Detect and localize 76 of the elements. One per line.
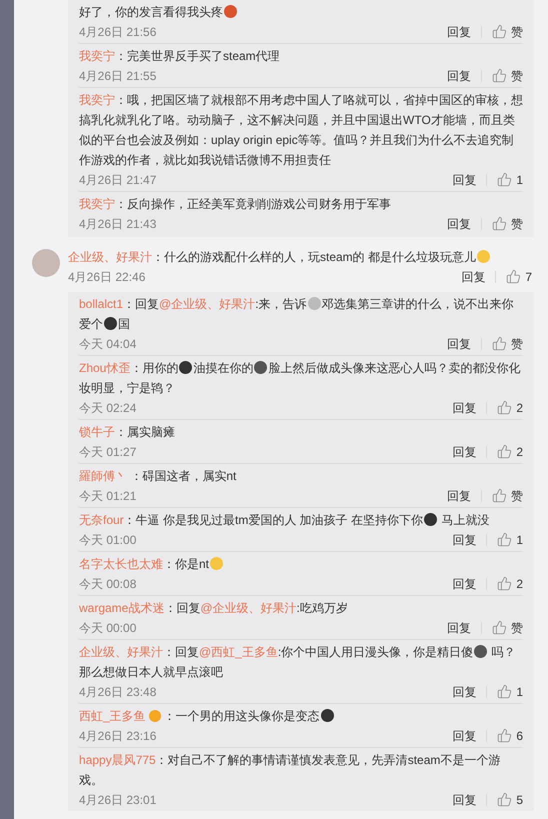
thumbs-up-icon [497, 400, 512, 415]
reply-link[interactable]: 回复 [452, 726, 476, 744]
thumbs-up-icon [497, 172, 512, 187]
like-button[interactable]: 赞 [492, 486, 523, 504]
thumbs-up-icon [492, 336, 507, 351]
comment-text: 锁牛子：属实脑瘫 [79, 424, 176, 441]
like-button[interactable]: 1 [497, 682, 523, 700]
comment-time: 4月26日 23:48 [79, 684, 156, 700]
comment-text: 我奕宁：完美世界反手买了steam代理 [79, 48, 281, 65]
like-button[interactable]: 6 [497, 726, 523, 744]
like-button[interactable]: 赞 [492, 214, 523, 232]
comment-time: 4月26日 21:47 [79, 172, 156, 188]
like-button[interactable]: 7 [506, 268, 532, 286]
comment-text: Zhou怵歪：用你的 油摸在你的 脸上然后做成头像来这恶心人吗？卖的都没你化妆明显，宁是鸨？ [79, 360, 522, 397]
reply-link[interactable]: 回复 [447, 22, 471, 40]
reply-link[interactable]: 回复 [447, 214, 471, 232]
thumbs-up-icon [492, 488, 507, 503]
comment-time: 4月26日 22:46 [68, 268, 146, 286]
comment-time: 今天 01:21 [79, 488, 136, 504]
thumbs-up-icon [492, 68, 507, 83]
like-button[interactable]: 2 [497, 442, 523, 460]
thumbs-up-icon [492, 216, 507, 231]
reply-link[interactable]: 回复 [452, 682, 476, 700]
comment-text: 名字太长也太难：你是nt [79, 554, 523, 574]
reply-link[interactable]: 回复 [452, 170, 476, 188]
like-button[interactable]: 赞 [492, 22, 523, 40]
comment-text: 企业级、好果汁：回复@西虹_王多鱼:你个中国人用日漫头像，你是精日傻 吗？那么想做日本人就早点滚吧 [79, 644, 517, 681]
reply-link[interactable]: 回复 [447, 486, 471, 504]
reply-link[interactable]: 回复 [447, 334, 471, 352]
comment-time: 4月26日 21:43 [79, 216, 156, 232]
comment-text: 我奕宁：哦，把国区墙了就根部不用考虑中国人了咯就可以，省掉中国区的审核，想搞乳化就乳化了咯。动动脑子，这不解决问题，并且中国退出WTO才能墙，而且类似的平台也会波及例如：uplay origin epic等等。值吗？并且我们为什么不去追究制作游戏的作者，就比如我说错话微博不用担责任 [79, 92, 523, 169]
comment-time: 今天 00:08 [79, 576, 136, 592]
comment-time: 今天 00:00 [79, 620, 136, 636]
comment-time: 4月26日 21:55 [79, 68, 156, 84]
thumbs-up-icon [497, 444, 512, 459]
comment-text: bollalct1：回复@企业级、好果汁:来，告诉 邓选集第三章讲的什么，说不出来你爱个 国 [79, 296, 515, 333]
like-button[interactable]: 2 [497, 574, 523, 592]
comment-text: 羅師傅丶 ：碍国这者，属实nt [79, 468, 238, 485]
reply-link[interactable]: 回复 [452, 398, 476, 416]
thumbs-up-icon [492, 24, 507, 39]
reply-link[interactable]: 回复 [447, 618, 471, 636]
thumbs-up-icon [497, 576, 512, 591]
like-button[interactable]: 赞 [492, 334, 523, 352]
thumbs-up-icon [497, 532, 512, 547]
thumbs-up-icon [497, 728, 512, 743]
like-button[interactable]: 2 [497, 398, 523, 416]
like-button[interactable]: 5 [497, 790, 523, 808]
comment-text: 好了，你的发言看得我头疼 [79, 2, 523, 22]
comment-text: 西虹_王多鱼 ：一个男的用这头像你是变态 [79, 706, 523, 726]
thumbs-up-icon [497, 684, 512, 699]
comment-time: 今天 02:24 [79, 400, 136, 416]
thumbs-up-icon [497, 792, 512, 807]
comment-text: 企业级、好果汁：什么的游戏配什么样的人，玩steam的 都是什么垃圾玩意儿 [68, 247, 532, 267]
thumbs-up-icon [506, 269, 522, 284]
reply-link[interactable]: 回复 [452, 530, 476, 548]
reply-link[interactable]: 回复 [452, 574, 476, 592]
like-button[interactable]: 1 [497, 170, 523, 188]
comment-text: 无奈four：牛逼 你是我见过最tm爱国的人 加油孩子 在坚持你下你 马上就没 [79, 512, 490, 529]
comment-text: 我奕宁：反向操作，正经美军竟剥削游戏公司财务用于军事 [79, 196, 392, 213]
thumbs-up-icon [492, 620, 507, 635]
comment-time: 今天 01:27 [79, 444, 136, 460]
reply-link[interactable]: 回复 [447, 66, 471, 84]
comment-text: wargame战术迷：回复@企业级、好果汁:吃鸡万岁 [79, 600, 349, 617]
comment-time: 今天 04:04 [79, 336, 136, 352]
comment-time: 4月26日 21:56 [79, 24, 156, 40]
like-button[interactable]: 1 [497, 530, 523, 548]
like-button[interactable]: 赞 [492, 66, 523, 84]
like-button[interactable]: 赞 [492, 618, 523, 636]
comment-time: 今天 01:00 [79, 532, 136, 548]
avatar[interactable] [32, 249, 60, 277]
reply-link[interactable]: 回复 [452, 790, 476, 808]
comment-time: 4月26日 23:01 [79, 792, 156, 808]
comment-text: happy晨风775：对自己不了解的事情请谨慎发表意见，先弄清steam不是一个游戏。 [79, 752, 502, 789]
comment-time: 4月26日 23:16 [79, 728, 156, 744]
reply-link[interactable]: 回复 [461, 268, 486, 286]
reply-link[interactable]: 回复 [452, 442, 476, 460]
